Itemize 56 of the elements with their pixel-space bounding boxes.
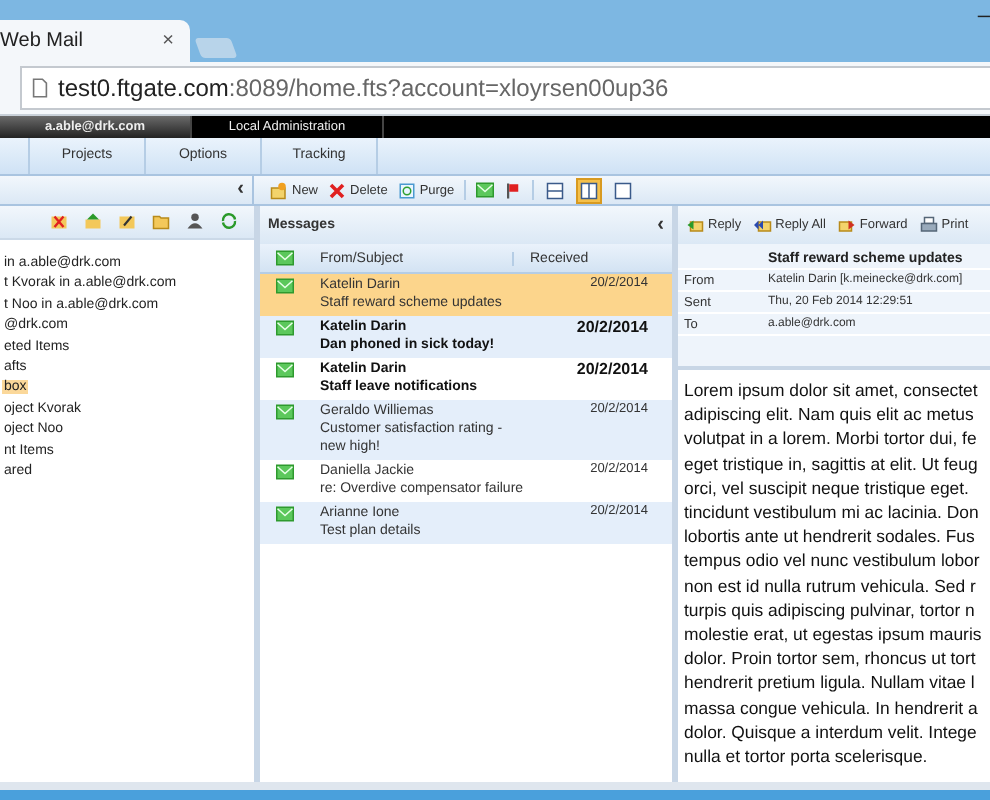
body-text-line: massa congue vehicula. In hendrerit a	[684, 695, 980, 720]
reply-all-icon	[753, 216, 772, 234]
page-icon	[32, 78, 48, 98]
collapse-button[interactable]: ‹	[237, 180, 244, 200]
body-text-line: adipiscing elit. Nam quis elit ac metus	[684, 402, 976, 427]
layout-icon	[546, 181, 565, 199]
body-text-line: volutpat in a lorem. Morbi tortor dui, fe	[684, 426, 979, 452]
body-text-line: orci, vel suscipit neque tristique eget.	[684, 475, 971, 501]
body-text-line: nulla et tortor porta scelerisque.	[684, 744, 930, 769]
layout-icon	[580, 181, 599, 199]
reply-icon	[686, 216, 704, 234]
body-text-line: tempus odio vel nunc vestibulum lobor	[684, 548, 982, 574]
body-text-line: turpis quis adipiscing pulvinar, tortor n	[684, 597, 977, 623]
envelope-icon	[275, 250, 293, 266]
url-host: test0.ftgate.com	[58, 74, 229, 102]
envelope-icon	[275, 464, 293, 480]
collapse-button[interactable]: ‹	[657, 215, 664, 235]
message-date: 20/2/2014	[574, 318, 650, 336]
browser-tab[interactable]: Web Mail ×	[0, 20, 190, 62]
body-text-line: Lorem ipsum dolor sit amet, consectet	[684, 378, 980, 403]
body-text-line: dolor. Quisque a interdum velit. Intege	[684, 719, 979, 745]
folder-icon[interactable]	[152, 212, 170, 230]
layout-icon	[614, 181, 633, 199]
folder-delete-icon[interactable]	[50, 212, 68, 230]
body-text-line: non est id nulla rutrum vehicula. Sed r	[684, 573, 978, 598]
envelope-icon	[476, 182, 495, 198]
flag-button[interactable]	[504, 181, 523, 199]
printer-icon	[919, 216, 938, 234]
body-text-line: lobortis ante ut hendrerit sodales. Fus	[684, 524, 977, 549]
envelope-icon	[275, 362, 293, 378]
body-text-line: molestie erat, ut egestas ipsum mauris	[684, 622, 984, 647]
delete-icon	[328, 181, 347, 199]
refresh-icon[interactable]	[220, 212, 238, 230]
layout-button[interactable]	[612, 179, 635, 201]
layout-button[interactable]	[544, 179, 567, 201]
folder-up-icon[interactable]	[84, 212, 102, 230]
body-text-line: dolor. Proin tortor sem, rhoncus ut tort	[684, 646, 978, 671]
folder-edit-icon[interactable]	[118, 212, 136, 230]
envelope-icon	[275, 320, 293, 336]
envelope-icon	[275, 404, 293, 420]
minimize-button[interactable]: –	[977, 4, 990, 28]
body-text-line: eget tristique in, sagittis at elit. Ut feug	[684, 451, 980, 476]
close-tab-button[interactable]: ×	[162, 30, 174, 52]
address-bar[interactable]: test0.ftgate.com:8089/home.fts?account=xloyrsen00up36	[20, 66, 990, 110]
envelope-button[interactable]	[476, 182, 495, 198]
flag-icon	[504, 181, 523, 199]
url-path: :8089/home.fts?account=xloyrsen00up36	[228, 74, 669, 102]
forward-icon	[837, 216, 856, 234]
envelope-icon	[275, 278, 293, 294]
body-text-line: tincidunt vestibulum mi ac lacinia. Don	[684, 500, 981, 525]
envelope-icon	[275, 506, 293, 522]
tab-title: Web Mail	[0, 30, 83, 52]
layout-button[interactable]	[576, 177, 603, 203]
message-date: 20/2/2014	[574, 360, 650, 378]
body-text-line: hendrerit pretium ligula. Nullam vitae l	[684, 670, 977, 696]
person-icon[interactable]	[186, 212, 204, 230]
